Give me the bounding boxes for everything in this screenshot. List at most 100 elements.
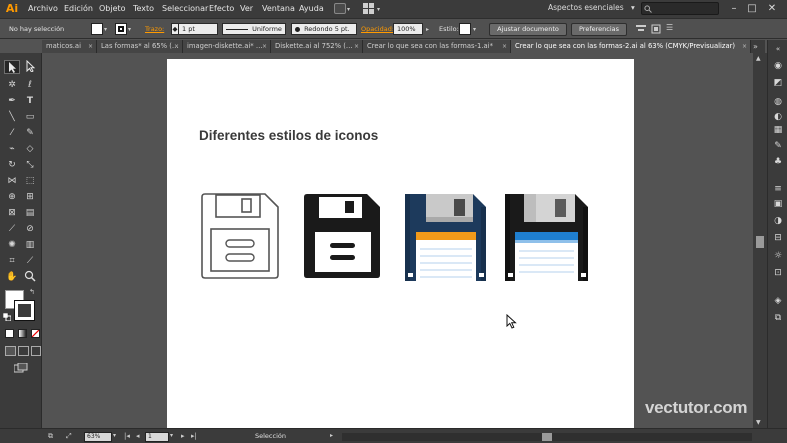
tab-close-icon[interactable]: × [88,40,93,53]
floppy-solid-icon[interactable] [303,193,381,279]
pencil-tool-icon[interactable]: ✎ [22,126,38,140]
rectangle-tool-icon[interactable]: ▭ [22,110,38,124]
workspace-switcher[interactable]: Aspectos esenciales ▾ [548,3,635,12]
previous-artboard-icon[interactable]: ◂ [136,432,140,440]
close-window-button[interactable]: ✕ [765,2,779,15]
panel-menu-icon[interactable]: ☰ [666,23,673,32]
column-graph-tool-icon[interactable]: ▥ [22,238,38,252]
tab-document-active[interactable]: Crear lo que sea con las formas-2.ai al … [511,40,751,53]
layers-panel-icon[interactable]: ◈ [772,295,784,307]
tab-close-icon[interactable]: × [354,40,359,53]
tab-close-icon[interactable]: × [174,40,179,53]
transform-panel-icon[interactable]: ⊡ [772,267,784,279]
color-mode-icon[interactable] [5,329,14,338]
symbols-panel-icon[interactable]: ♣ [772,156,784,168]
tab-document-4[interactable]: Diskette.ai al 752% (… × [271,40,363,53]
scale-tool-icon[interactable]: ⤡ [22,158,38,172]
swatches-panel-icon[interactable]: ▦ [772,124,784,136]
blob-brush-tool-icon[interactable]: ⌁ [4,142,20,156]
align-icon[interactable] [636,24,646,34]
artboard-number-field[interactable]: 1 [145,432,169,442]
direct-selection-tool-icon[interactable] [22,59,38,74]
width-tool-icon[interactable]: ⋈ [4,174,20,188]
menu-ventana[interactable]: Ventana [262,2,295,16]
scroll-up-icon[interactable]: ▲ [756,55,761,62]
menu-objeto[interactable]: Objeto [99,2,126,16]
vertical-scrollbar[interactable]: ▲ ▼ [753,53,767,428]
paintbrush-tool-icon[interactable]: ⁄ [4,126,20,140]
arrange-documents-icon[interactable] [363,3,375,14]
gradient-mode-icon[interactable] [18,329,27,338]
brushes-panel-icon[interactable]: ✎ [772,140,784,152]
gradient-tool-icon[interactable]: ▤ [22,206,38,220]
status-menu-arrow-icon[interactable]: ▸ [330,432,333,439]
scroll-down-icon[interactable]: ▼ [756,419,761,426]
tab-document-2[interactable]: Las formas* al 65% (… × [97,40,183,53]
stroke-profile-dropdown[interactable]: Uniforme [222,23,286,35]
menu-ver[interactable]: Ver [240,2,253,16]
graphic-styles-icon[interactable]: ◐ [772,111,784,123]
artboard-heading[interactable]: Diferentes estilos de iconos [199,128,378,143]
expand-icon[interactable]: ⤢ [66,432,72,441]
opacity-label[interactable]: Opacidad: [361,25,394,33]
mesh-tool-icon[interactable]: ⊠ [4,206,20,220]
menu-efecto[interactable]: Efecto [209,2,234,16]
tab-overflow-icon[interactable]: » [753,40,758,53]
horizontal-scrollbar[interactable] [342,433,752,441]
selection-tool-icon[interactable] [4,60,20,74]
line-tool-icon[interactable]: ╲ [4,110,20,124]
opacity-field[interactable]: 100% [393,23,423,35]
menu-seleccionar[interactable]: Seleccionar [162,2,208,16]
swap-fill-stroke-icon[interactable]: ↰ [29,288,35,296]
zoom-field[interactable]: 63% [84,432,112,442]
stroke-label[interactable]: Trazo: [145,25,164,33]
screen-mode-icon[interactable] [13,362,28,373]
document-setup-button[interactable]: Ajustar documento [489,23,567,36]
document-icon[interactable]: ⧉ [48,432,53,441]
floppy-outline-icon[interactable] [201,193,279,279]
brush-dropdown[interactable]: Redondo 5 pt. [291,23,357,35]
free-transform-tool-icon[interactable]: ⬚ [22,174,38,188]
transparency-panel-icon[interactable]: ◑ [772,215,784,227]
bridge-icon[interactable] [334,3,346,14]
magic-wand-tool-icon[interactable]: ✲ [4,78,20,92]
preferences-button[interactable]: Preferencias [571,23,627,36]
fill-swatch[interactable] [91,23,103,35]
eyedropper-tool-icon[interactable]: ⟋ [4,222,20,236]
zoom-arrow-icon[interactable]: ▾ [113,432,116,439]
collapse-panels-icon[interactable]: « [772,43,784,55]
align-panel-icon[interactable]: ⊟ [772,232,784,244]
pathfinder-panel-icon[interactable]: ☼ [772,250,784,262]
menu-texto[interactable]: Texto [133,2,154,16]
graphic-style-swatch[interactable] [459,23,471,35]
tab-close-icon[interactable]: × [262,40,267,53]
menu-edicion[interactable]: Edición [64,2,93,16]
rotate-tool-icon[interactable]: ↻ [4,158,20,172]
lasso-tool-icon[interactable]: ℓ [22,78,38,92]
artboard-tool-icon[interactable]: ⌗ [4,254,20,268]
vertical-scroll-thumb[interactable] [756,236,764,248]
stroke-panel-icon[interactable]: ≡ [772,183,784,195]
tab-document-5[interactable]: Crear lo que sea con las formas-1.ai* × [363,40,511,53]
tab-document-3[interactable]: imagen-diskette.ai* … × [183,40,271,53]
stroke-swatch[interactable] [115,23,127,35]
type-tool-icon[interactable]: T [22,94,38,108]
pen-tool-icon[interactable]: ✒ [4,94,20,108]
artboard-arrow-icon[interactable]: ▾ [170,432,173,439]
color-panel-icon[interactable]: ◉ [772,60,784,72]
shape-builder-tool-icon[interactable]: ⊕ [4,190,20,204]
floppy-flat-orange-icon[interactable] [405,193,487,283]
maximize-button[interactable]: □ [745,2,759,15]
minimize-button[interactable]: – [727,2,741,15]
first-artboard-icon[interactable]: |◂ [124,432,130,440]
last-artboard-icon[interactable]: ▸| [191,432,197,440]
none-mode-icon[interactable] [31,329,40,338]
next-artboard-icon[interactable]: ▸ [181,432,185,440]
slice-tool-icon[interactable]: ⟋ [22,254,38,268]
tab-document-1[interactable]: maticos.ai × [42,40,97,53]
stroke-weight-field[interactable]: 1 pt [178,23,218,35]
gradient-panel-icon[interactable]: ▣ [772,198,784,210]
transform-icon[interactable] [651,24,661,34]
eraser-tool-icon[interactable]: ◇ [22,142,38,156]
menu-ayuda[interactable]: Ayuda [299,2,324,16]
